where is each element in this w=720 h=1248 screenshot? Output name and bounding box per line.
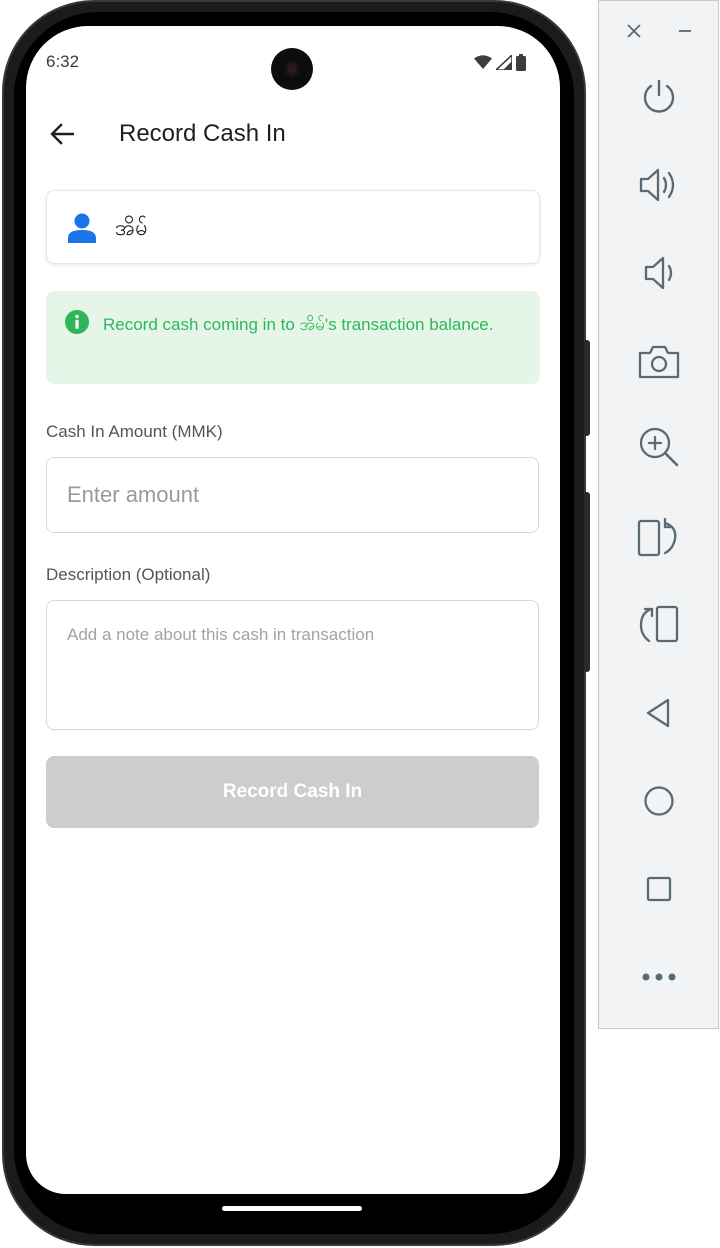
- volume-down-icon: [644, 256, 673, 290]
- emulator-toolbar: [598, 0, 719, 1029]
- description-label: Description (Optional): [46, 565, 211, 584]
- page-title: Record Cash In: [119, 120, 286, 147]
- person-icon: [68, 213, 96, 243]
- amount-label: Cash In Amount (MMK): [46, 422, 223, 441]
- back-triangle-icon: [646, 698, 670, 728]
- rotate-right-button[interactable]: [627, 593, 691, 657]
- screenshot-button[interactable]: [627, 329, 691, 393]
- arrow-back-icon: [50, 123, 74, 145]
- more-button[interactable]: [627, 945, 691, 1009]
- gesture-home-bar[interactable]: [222, 1206, 362, 1211]
- volume-down-button[interactable]: [627, 241, 691, 305]
- home-circle-icon: [644, 786, 674, 816]
- power-button[interactable]: [627, 65, 691, 129]
- nav-back-button[interactable]: [627, 681, 691, 745]
- status-icons: [474, 53, 526, 71]
- camera-icon: [638, 345, 680, 379]
- amount-input[interactable]: [46, 457, 539, 533]
- rotate-left-icon: [637, 517, 677, 557]
- status-time: 6:32: [46, 52, 80, 71]
- minimize-icon: [679, 30, 691, 32]
- user-card: အိမ်: [46, 190, 540, 264]
- front-camera: [271, 48, 313, 90]
- volume-up-button[interactable]: [627, 153, 691, 217]
- user-name: အိမ်: [115, 215, 148, 240]
- minimize-button[interactable]: [671, 17, 699, 45]
- battery-icon: [516, 53, 526, 71]
- info-message: Record cash coming in to အိမ်'s transact…: [103, 315, 494, 334]
- info-banner: Record cash coming in to အိမ်'s transact…: [46, 291, 540, 384]
- wifi-icon: [474, 55, 492, 69]
- close-button[interactable]: [620, 17, 648, 45]
- power-icon: [643, 79, 675, 113]
- nav-home-button[interactable]: [627, 769, 691, 833]
- phone-power-key: [584, 340, 590, 436]
- zoom-in-icon: [639, 427, 679, 467]
- record-cash-in-button[interactable]: Record Cash In: [46, 756, 539, 828]
- more-icon: [642, 973, 676, 981]
- signal-icon: [496, 54, 512, 70]
- phone-volume-key: [584, 492, 590, 672]
- app-screen: 6:32 Record Cash In အိမ် Record cash com…: [26, 26, 560, 1194]
- info-icon: [65, 310, 89, 334]
- back-button[interactable]: [44, 116, 80, 152]
- zoom-button[interactable]: [627, 415, 691, 479]
- rotate-right-icon: [639, 605, 679, 643]
- nav-overview-button[interactable]: [627, 857, 691, 921]
- rotate-left-button[interactable]: [627, 505, 691, 569]
- close-icon: [627, 24, 641, 38]
- overview-square-icon: [646, 876, 672, 902]
- description-input[interactable]: [46, 600, 539, 730]
- volume-up-icon: [639, 168, 675, 202]
